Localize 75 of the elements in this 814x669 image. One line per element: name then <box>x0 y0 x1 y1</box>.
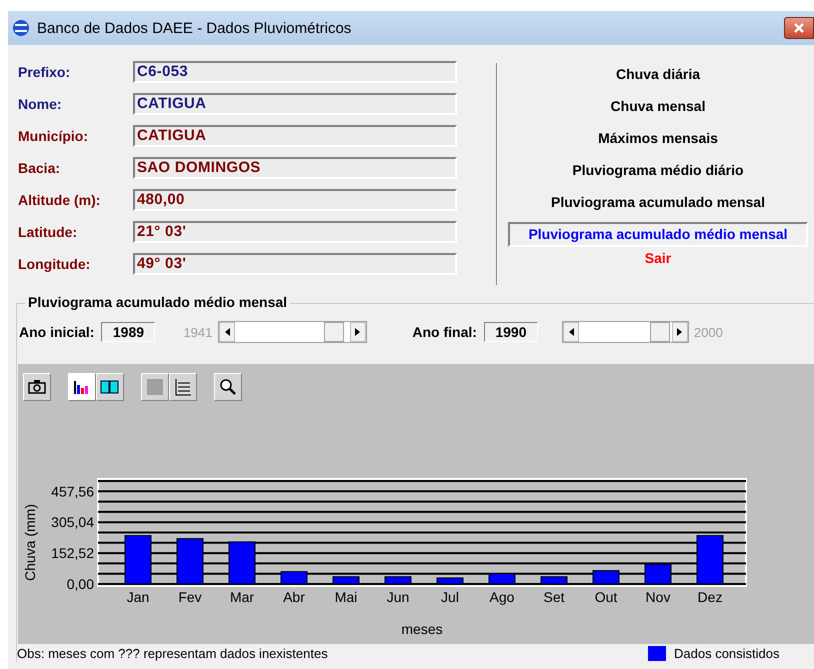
y-axis-title: Chuva (mm) <box>22 504 38 581</box>
x-tick-label: Out <box>594 589 618 605</box>
menu-option[interactable]: Pluviograma acumulado mensal <box>508 190 808 215</box>
field-label: Altitude (m): <box>18 192 102 208</box>
menu-option[interactable]: Máximos mensais <box>508 126 808 151</box>
square-icon <box>146 378 164 396</box>
x-tick-label: Mar <box>230 589 254 605</box>
app-logo-icon <box>12 19 30 37</box>
scroll-right-button[interactable] <box>672 322 688 342</box>
x-axis-title: meses <box>401 621 443 637</box>
y-tick-label: 0,00 <box>66 576 94 592</box>
close-button[interactable] <box>784 17 814 39</box>
x-tick-label: Fev <box>178 589 202 605</box>
search-icon <box>219 378 237 396</box>
start-year-slider[interactable] <box>218 321 368 343</box>
grid-lines-icon <box>174 378 192 396</box>
zoom-button[interactable] <box>214 372 242 400</box>
right-triangle-icon <box>355 328 362 336</box>
slider-thumb[interactable] <box>650 322 670 342</box>
x-tick-label: Abr <box>283 589 305 605</box>
left-triangle-icon <box>568 328 574 336</box>
menu-option[interactable]: Chuva mensal <box>508 94 808 119</box>
x-tick-label: Jul <box>441 589 459 605</box>
field-label: Nome: <box>18 96 63 112</box>
field-value[interactable]: CATIGUA <box>133 124 457 146</box>
note-text: Obs: meses com ??? representam dados inexistentes <box>17 646 329 660</box>
scroll-left-button[interactable] <box>219 322 236 342</box>
close-icon <box>793 22 805 34</box>
x-tick-label: Jun <box>386 589 410 605</box>
field-value[interactable]: 480,00 <box>133 188 457 210</box>
scroll-left-button[interactable] <box>562 322 579 342</box>
field-value[interactable]: C6-053 <box>133 60 457 82</box>
x-tick-label: Ago <box>490 589 514 605</box>
slider-thumb[interactable] <box>324 322 344 342</box>
x-tick-label: Jan <box>126 589 150 605</box>
menu-option[interactable]: Pluviograma médio diário <box>508 158 808 183</box>
menu-option[interactable]: Sair <box>508 246 808 271</box>
x-tick-label: Set <box>544 589 564 605</box>
legend-label: Dados consistidos <box>674 646 780 660</box>
max-year-label: 2000 <box>694 324 723 340</box>
field-label: Bacia: <box>18 160 62 176</box>
y-tick-label: 152,52 <box>51 545 94 562</box>
end-year-slider[interactable] <box>562 321 689 343</box>
field-label: Longitude: <box>18 256 92 272</box>
end-year-value: 1990 <box>484 322 538 342</box>
field-value[interactable]: 21° 03' <box>133 220 457 242</box>
grid-lines-button[interactable] <box>169 372 197 400</box>
field-label: Prefixo: <box>18 64 72 80</box>
y-tick-label: 305,04 <box>51 514 94 530</box>
start-year-label: Ano inicial: <box>19 324 94 340</box>
camera-button[interactable] <box>23 372 51 400</box>
bar-chart-button[interactable] <box>68 372 96 400</box>
field-value[interactable]: CATIGUA <box>133 92 457 114</box>
bar-chart-icon <box>73 378 91 394</box>
scroll-right-button[interactable] <box>350 322 366 342</box>
window-title: Banco de Dados DAEE - Dados Pluviométricos <box>37 20 352 36</box>
y-tick-label: 457,56 <box>51 483 94 500</box>
field-value[interactable]: 49° 03' <box>133 252 457 274</box>
x-tick-label: Dez <box>698 589 722 605</box>
x-tick-label: Nov <box>646 589 670 605</box>
menu-option[interactable]: Pluviograma acumulado médio mensal <box>508 222 808 247</box>
camera-icon <box>28 378 46 394</box>
3d-toggle-button[interactable] <box>96 372 124 400</box>
field-label: Município: <box>18 128 89 144</box>
x-tick-label: Mai <box>334 589 358 605</box>
panels-icon <box>100 378 120 394</box>
menu-option[interactable]: Chuva diária <box>508 62 808 87</box>
min-year-label: 1941 <box>183 324 212 340</box>
field-label: Latitude: <box>18 224 78 240</box>
group-title: Pluviograma acumulado médio mensal <box>25 294 290 310</box>
right-triangle-icon <box>676 328 683 336</box>
start-year-value: 1989 <box>101 322 156 342</box>
left-triangle-icon <box>224 328 230 336</box>
end-year-label: Ano final: <box>412 324 477 340</box>
field-value[interactable]: SAO DOMINGOS <box>133 156 457 178</box>
